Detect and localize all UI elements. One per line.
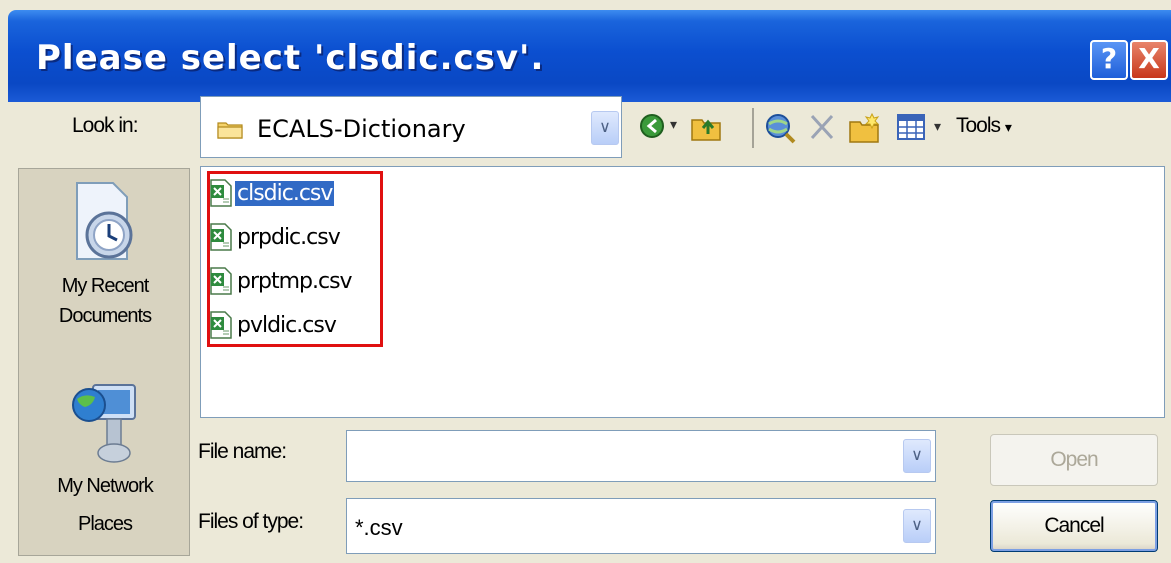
recent-documents-line1: My Recent [61,275,150,297]
chevron-down-icon: ∨ [911,517,923,534]
search-web-icon[interactable] [764,112,798,146]
places-bar: My Recent Documents My Network Places [18,168,190,556]
folder-icon [217,122,243,139]
tools-label: Tools [956,114,1001,137]
close-button[interactable]: X [1130,40,1168,80]
tools-menu[interactable]: Tools ▾ [956,114,1012,138]
recent-documents-line2: Documents [58,305,152,327]
up-folder-icon[interactable] [690,112,722,142]
file-name-dropdown-button[interactable]: ∨ [903,439,931,473]
annotation-highlight-box [207,171,383,347]
file-name-label: File name: [198,440,287,463]
new-folder-icon[interactable] [848,112,882,144]
tools-dropdown-icon: ▾ [1004,119,1012,135]
file-list[interactable]: clsdic.csv prpdic.csv prptmp.csv pvldic.… [200,166,1165,418]
open-button[interactable]: Open [990,434,1158,486]
file-type-dropdown-button[interactable]: ∨ [903,509,931,543]
views-icon[interactable] [896,112,926,142]
look-in-value: ECALS-Dictionary [257,115,466,143]
title-bar[interactable]: Please select 'clsdic.csv'. ? X [8,10,1171,102]
file-type-select[interactable]: *.csv ∨ [346,498,936,554]
toolbar-divider [752,108,754,148]
recent-documents-icon [76,182,133,260]
views-dropdown-icon[interactable]: ▾ [934,118,941,135]
look-in-dropdown-button[interactable]: ∨ [591,111,619,145]
back-dropdown-icon[interactable]: ▾ [670,116,677,133]
file-type-label: Files of type: [198,510,304,533]
network-places-icon [72,384,136,463]
help-button[interactable]: ? [1090,40,1128,80]
delete-icon[interactable] [808,112,836,142]
network-places-line2: Places [77,513,133,535]
cancel-button[interactable]: Cancel [990,500,1158,552]
back-icon[interactable] [638,112,668,142]
chevron-down-icon: ∨ [911,447,923,464]
file-name-input[interactable]: ∨ [346,430,936,482]
look-in-combo[interactable]: ECALS-Dictionary ∨ [200,96,622,158]
dialog-title: Please select 'clsdic.csv'. [36,38,545,78]
file-type-value: *.csv [355,515,403,540]
network-places-line1: My Network [57,475,154,497]
chevron-down-icon: ∨ [599,119,611,136]
look-in-label: Look in: [72,114,139,137]
